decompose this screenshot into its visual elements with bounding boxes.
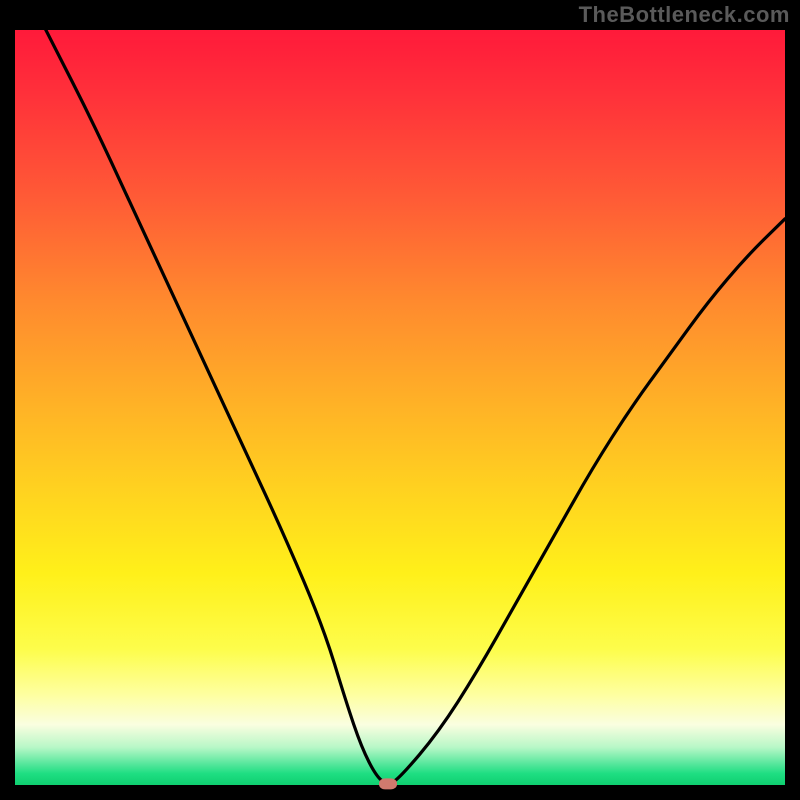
- plot-area: [15, 30, 785, 785]
- bottleneck-curve: [15, 30, 785, 785]
- bottleneck-marker: [379, 778, 397, 789]
- chart-frame: TheBottleneck.com: [0, 0, 800, 800]
- watermark-text: TheBottleneck.com: [579, 2, 790, 28]
